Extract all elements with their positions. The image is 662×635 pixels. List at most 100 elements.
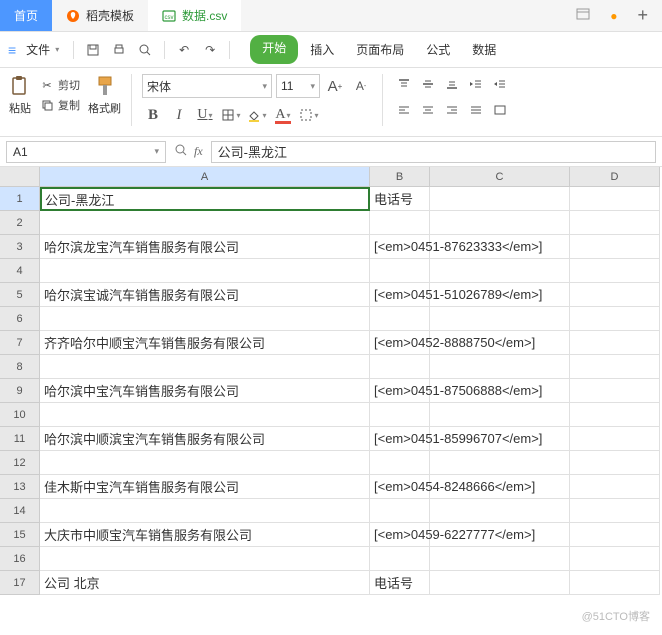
save-icon[interactable] <box>82 39 104 61</box>
name-box[interactable]: A1▾ <box>6 141 166 163</box>
format-painter-button[interactable]: 格式刷 <box>88 74 121 116</box>
font-color-button[interactable]: A▾ <box>272 104 294 126</box>
cell[interactable] <box>430 331 570 355</box>
cell[interactable] <box>570 307 660 331</box>
row-header[interactable]: 7 <box>0 331 40 355</box>
cell[interactable] <box>40 307 370 331</box>
cell[interactable] <box>370 259 430 283</box>
cell[interactable] <box>430 283 570 307</box>
row-header[interactable]: 4 <box>0 259 40 283</box>
row-header[interactable]: 11 <box>0 427 40 451</box>
cell[interactable] <box>430 355 570 379</box>
cell[interactable] <box>430 307 570 331</box>
col-header-a[interactable]: A <box>40 167 370 187</box>
increase-indent-button[interactable] <box>489 74 511 94</box>
row-header[interactable]: 5 <box>0 283 40 307</box>
cell[interactable] <box>40 499 370 523</box>
cell[interactable] <box>570 331 660 355</box>
cell[interactable] <box>570 403 660 427</box>
cell[interactable] <box>430 235 570 259</box>
cell[interactable] <box>40 547 370 571</box>
cell[interactable]: 大庆市中顺宝汽车销售服务有限公司 <box>40 523 370 547</box>
menu-icon[interactable]: ≡ <box>8 42 16 58</box>
align-justify-button[interactable] <box>465 100 487 120</box>
file-menu[interactable]: 文件▾ <box>20 37 65 62</box>
cell[interactable] <box>430 475 570 499</box>
cell[interactable] <box>570 259 660 283</box>
cell[interactable] <box>370 403 430 427</box>
cell[interactable] <box>570 187 660 211</box>
row-header[interactable]: 2 <box>0 211 40 235</box>
cell[interactable] <box>430 211 570 235</box>
decrease-font-button[interactable]: A- <box>350 75 372 97</box>
merge-button[interactable] <box>489 100 511 120</box>
menu-insert[interactable]: 插入 <box>300 35 344 64</box>
cell[interactable]: [<em>0451-87623333</em>] <box>370 235 430 259</box>
row-header[interactable]: 14 <box>0 499 40 523</box>
new-tab-button[interactable]: + <box>633 1 652 30</box>
align-center-button[interactable] <box>417 100 439 120</box>
italic-button[interactable]: I <box>168 104 190 126</box>
cell[interactable] <box>570 355 660 379</box>
cell[interactable]: [<em>0452-8888750</em>] <box>370 331 430 355</box>
font-size-select[interactable]: 11▾ <box>276 74 320 98</box>
align-bottom-button[interactable] <box>441 74 463 94</box>
cell[interactable] <box>570 547 660 571</box>
row-header[interactable]: 8 <box>0 355 40 379</box>
tab-home[interactable]: 首页 <box>0 0 52 31</box>
dot-icon[interactable]: ● <box>606 5 621 27</box>
cell[interactable]: 公司-黑龙江 <box>40 187 370 211</box>
cell[interactable]: 公司 北京 <box>40 571 370 595</box>
increase-font-button[interactable]: A+ <box>324 75 346 97</box>
cell[interactable] <box>430 403 570 427</box>
paste-button[interactable]: 粘贴 <box>8 74 32 116</box>
tab-file[interactable]: csv 数据.csv <box>148 0 241 31</box>
cell[interactable] <box>370 451 430 475</box>
cell[interactable] <box>430 187 570 211</box>
row-header[interactable]: 13 <box>0 475 40 499</box>
copy-button[interactable]: 复制 <box>40 97 80 113</box>
fill-color-button[interactable]: ▾ <box>246 104 268 126</box>
col-header-b[interactable]: B <box>370 167 430 187</box>
underline-button[interactable]: U▾ <box>194 104 216 126</box>
window-icon[interactable] <box>572 4 594 27</box>
cell[interactable] <box>430 259 570 283</box>
bold-button[interactable]: B <box>142 104 164 126</box>
cell[interactable]: [<em>0451-85996707</em>] <box>370 427 430 451</box>
function-wizard-icon[interactable] <box>174 143 188 160</box>
select-all-corner[interactable] <box>0 167 40 187</box>
cell[interactable] <box>430 571 570 595</box>
align-top-button[interactable] <box>393 74 415 94</box>
cell[interactable] <box>570 523 660 547</box>
decrease-indent-button[interactable] <box>465 74 487 94</box>
cell[interactable]: [<em>0454-8248666</em>] <box>370 475 430 499</box>
formula-input[interactable]: 公司-黑龙江 <box>211 141 656 163</box>
row-header[interactable]: 1 <box>0 187 40 211</box>
cell[interactable] <box>570 571 660 595</box>
cell[interactable] <box>370 499 430 523</box>
row-header[interactable]: 9 <box>0 379 40 403</box>
cell[interactable] <box>430 523 570 547</box>
cell[interactable] <box>570 475 660 499</box>
menu-formula[interactable]: 公式 <box>416 35 460 64</box>
cell[interactable] <box>430 547 570 571</box>
preview-icon[interactable] <box>134 39 156 61</box>
font-name-select[interactable]: 宋体▾ <box>142 74 272 98</box>
cell[interactable] <box>40 211 370 235</box>
menu-page-layout[interactable]: 页面布局 <box>346 35 414 64</box>
cell[interactable]: 哈尔滨宝诚汽车销售服务有限公司 <box>40 283 370 307</box>
cell[interactable] <box>40 355 370 379</box>
row-header[interactable]: 3 <box>0 235 40 259</box>
col-header-d[interactable]: D <box>570 167 660 187</box>
cell[interactable]: 电话号 <box>370 571 430 595</box>
tab-template[interactable]: 稻壳模板 <box>52 0 148 31</box>
row-header[interactable]: 10 <box>0 403 40 427</box>
row-header[interactable]: 6 <box>0 307 40 331</box>
cell[interactable] <box>570 499 660 523</box>
menu-data[interactable]: 数据 <box>462 35 506 64</box>
align-right-button[interactable] <box>441 100 463 120</box>
undo-icon[interactable]: ↶ <box>173 39 195 61</box>
cell[interactable]: 哈尔滨中顺滨宝汽车销售服务有限公司 <box>40 427 370 451</box>
row-header[interactable]: 15 <box>0 523 40 547</box>
print-icon[interactable] <box>108 39 130 61</box>
